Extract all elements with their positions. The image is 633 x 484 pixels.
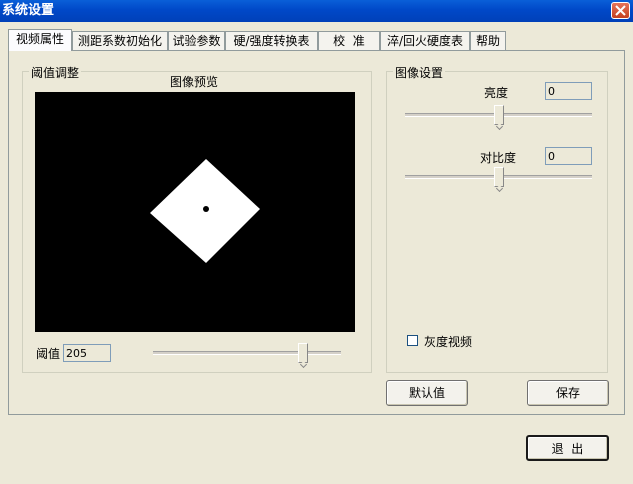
save-button[interactable]: 保存 (527, 380, 609, 406)
title-bar: 系统设置 (0, 0, 633, 22)
threshold-value-field[interactable]: 205 (63, 344, 111, 362)
tab-video-properties[interactable]: 视频属性 (8, 29, 72, 51)
image-settings-group-label: 图像设置 (393, 64, 446, 81)
window-title: 系统设置 (2, 3, 55, 18)
brightness-slider-thumb[interactable] (493, 105, 504, 125)
default-button[interactable]: 默认值 (386, 380, 468, 406)
tab-hardness-conversion[interactable]: 硬/强度转换表 (225, 31, 318, 50)
grayscale-label: 灰度视频 (424, 335, 473, 349)
contrast-field[interactable]: 0 (545, 147, 592, 165)
grayscale-checkbox[interactable] (407, 335, 418, 346)
tab-quench-temper-table[interactable]: 淬/回火硬度表 (380, 31, 470, 50)
threshold-group-label: 阈值调整 (29, 64, 82, 81)
tab-calibration[interactable]: 校 准 (318, 31, 380, 50)
tab-distance-coefficient-init[interactable]: 测距系数初始化 (72, 31, 168, 50)
indent-image (150, 159, 260, 263)
close-icon (615, 5, 626, 16)
threshold-slider-thumb[interactable] (298, 343, 309, 363)
contrast-label: 对比度 (480, 151, 517, 165)
threshold-value-label: 阈值 (36, 347, 61, 361)
brightness-label: 亮度 (484, 86, 509, 100)
image-preview (35, 92, 355, 332)
tab-test-parameters[interactable]: 试验参数 (168, 31, 225, 50)
close-button[interactable] (611, 2, 630, 19)
threshold-slider-track[interactable] (153, 351, 341, 355)
preview-label: 图像预览 (170, 75, 219, 89)
brightness-field[interactable]: 0 (545, 82, 592, 100)
contrast-slider-thumb[interactable] (493, 167, 504, 187)
exit-button[interactable]: 退 出 (526, 435, 609, 461)
tab-help[interactable]: 帮助 (470, 31, 506, 50)
